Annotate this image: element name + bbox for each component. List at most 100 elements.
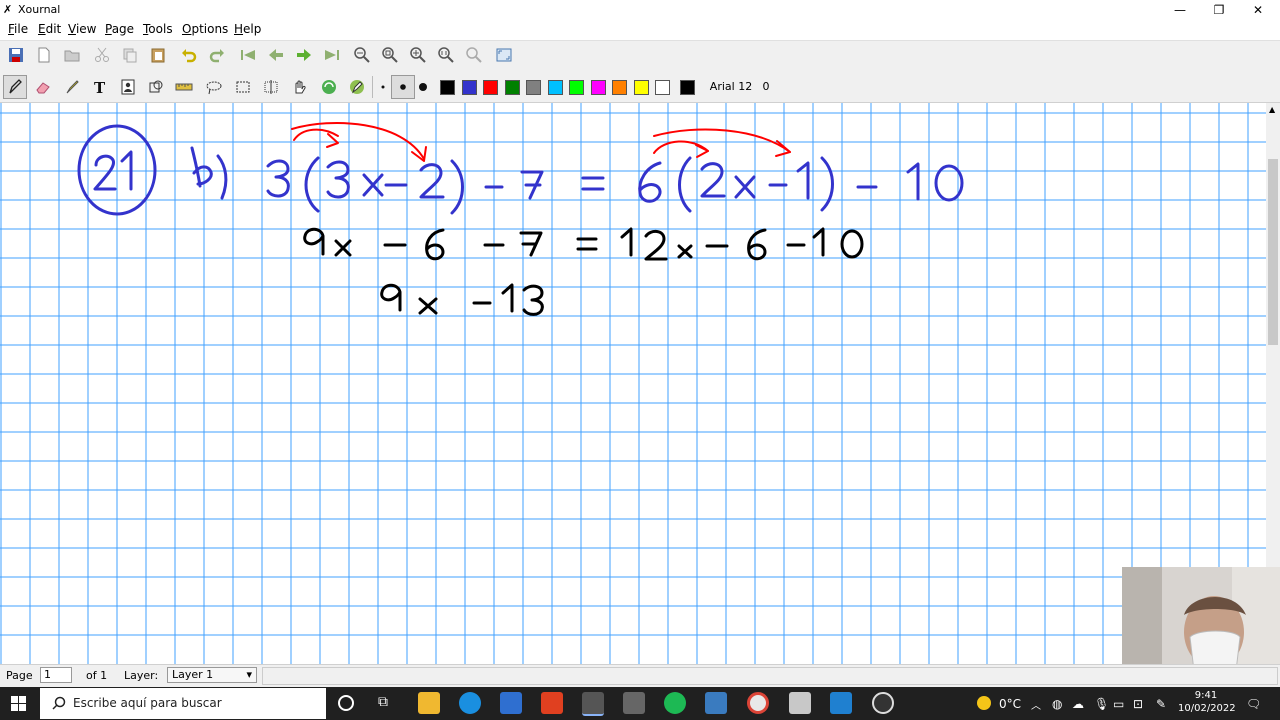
menu-view[interactable]: View (68, 22, 96, 36)
fullscreen-icon[interactable] (492, 43, 516, 67)
office-icon[interactable] (541, 692, 563, 714)
copy-icon[interactable] (118, 43, 142, 67)
zoom-custom-icon[interactable] (462, 43, 486, 67)
new-page-icon[interactable] (32, 43, 56, 67)
problem-number-21 (77, 124, 157, 216)
color-swatch-red[interactable] (483, 80, 498, 95)
thick-line-icon[interactable] (411, 75, 435, 99)
lasso-select-icon[interactable] (202, 75, 226, 99)
open-folder-icon[interactable] (60, 43, 84, 67)
layer-dropdown-value: Layer 1 (172, 668, 214, 681)
drawing-canvas[interactable] (0, 103, 1266, 664)
highlighter-tool-icon[interactable] (60, 75, 84, 99)
equation-line-2 (303, 227, 864, 261)
next-page-icon[interactable] (292, 43, 316, 67)
page-number-spinner[interactable]: 1 (40, 667, 72, 683)
search-placeholder: Escribe aquí para buscar (73, 696, 222, 710)
xournal-taskbar-icon[interactable] (582, 692, 604, 716)
undo-icon[interactable] (177, 43, 201, 67)
part-label-b (190, 146, 228, 200)
color-swatch-yellow[interactable] (633, 80, 649, 95)
spotify-icon[interactable] (664, 692, 686, 714)
zoom-page-width-icon[interactable] (434, 43, 458, 67)
zoom-fit-icon[interactable] (378, 43, 402, 67)
menu-options[interactable]: Options (182, 22, 228, 36)
obs-icon[interactable] (872, 692, 894, 714)
onedrive-icon[interactable]: ☁ (1072, 697, 1084, 711)
color-swatch-magenta[interactable] (590, 80, 606, 95)
pen-workspace-icon[interactable]: ✎ (1156, 697, 1166, 711)
image-tool-icon[interactable] (116, 75, 140, 99)
chevron-down-icon: ▾ (246, 668, 252, 681)
menu-page[interactable]: Page (105, 22, 134, 36)
window-title: Xournal (18, 3, 61, 16)
menu-tools[interactable]: Tools (143, 22, 173, 36)
previous-page-icon[interactable] (264, 43, 288, 67)
rect-select-icon[interactable] (231, 75, 255, 99)
menu-help[interactable]: Help (234, 22, 261, 36)
minimize-button[interactable]: — (1160, 0, 1200, 20)
color-swatch-gray[interactable] (526, 80, 541, 95)
maximize-button[interactable]: ❐ (1199, 0, 1239, 20)
network-icon[interactable]: ⊡ (1133, 697, 1143, 711)
default-pen-icon[interactable] (345, 75, 369, 99)
current-color-swatch[interactable] (680, 80, 695, 95)
hand-tool-icon[interactable] (287, 75, 311, 99)
microphone-icon[interactable]: 🎙 (1094, 697, 1109, 711)
notifications-icon[interactable]: 🗨 (1246, 697, 1261, 711)
eraser-tool-icon[interactable] (31, 75, 55, 99)
page-label: Page (6, 669, 33, 682)
tray-app-icon[interactable]: ◍ (1052, 697, 1062, 711)
snipping-tool-icon[interactable] (705, 692, 727, 714)
notepad-icon[interactable] (789, 692, 811, 714)
vertical-space-icon[interactable] (259, 75, 283, 99)
first-page-icon[interactable] (236, 43, 260, 67)
scrollbar-thumb[interactable] (1268, 159, 1278, 345)
title-bar: ✗ Xournal — ❐ ✕ (0, 0, 1280, 20)
menu-file[interactable]: File (8, 22, 28, 36)
font-button[interactable]: Arial 12 (704, 76, 758, 98)
zoom-out-icon[interactable] (350, 43, 374, 67)
screen-recorder-icon[interactable] (830, 692, 852, 714)
shape-recognizer-icon[interactable] (144, 75, 168, 99)
windows-start-icon[interactable] (11, 696, 27, 715)
cut-icon[interactable] (90, 43, 114, 67)
color-swatch-blue[interactable] (461, 80, 477, 95)
task-view-icon[interactable]: ⧉ (378, 694, 388, 710)
default-tools-icon[interactable] (317, 75, 341, 99)
color-swatch-orange[interactable] (612, 80, 627, 95)
color-swatch-light-blue[interactable] (547, 80, 563, 95)
layer-dropdown[interactable]: Layer 1 ▾ (167, 667, 257, 683)
menu-bar: File Edit View Page Tools Options Help (0, 20, 1280, 39)
save-icon[interactable] (4, 43, 28, 67)
color-swatch-green[interactable] (504, 80, 520, 95)
chevron-up-icon[interactable]: ︿ (1031, 697, 1041, 712)
taskbar-search-box[interactable]: Escribe aquí para buscar (40, 688, 326, 719)
taskbar-clock[interactable]: 9:41 10/02/2022 (1178, 689, 1236, 715)
color-swatch-black[interactable] (440, 80, 455, 95)
zoom-in-icon[interactable] (406, 43, 430, 67)
file-explorer-icon[interactable] (418, 692, 440, 714)
cortana-icon[interactable] (338, 695, 354, 711)
last-page-icon[interactable] (320, 43, 344, 67)
font-size-value: 0 (762, 80, 770, 93)
edge-browser-icon[interactable] (459, 692, 481, 714)
color-swatch-light-green[interactable] (569, 80, 584, 95)
text-tool-icon[interactable]: T (88, 75, 112, 99)
paste-icon[interactable] (146, 43, 170, 67)
scroll-up-icon[interactable]: ▲ (1269, 105, 1275, 114)
chrome-icon[interactable] (747, 692, 769, 714)
menu-edit[interactable]: Edit (38, 22, 61, 36)
battery-icon[interactable]: ▭ (1113, 697, 1124, 711)
weather-sun-icon[interactable] (977, 696, 991, 710)
close-button[interactable]: ✕ (1238, 0, 1278, 20)
redo-icon[interactable] (205, 43, 229, 67)
ruler-icon[interactable] (172, 75, 196, 99)
clock-time: 9:41 (1194, 690, 1218, 701)
store-icon[interactable] (500, 692, 522, 714)
pen-tool-icon[interactable] (3, 75, 27, 99)
paint-icon[interactable] (623, 692, 645, 714)
temperature[interactable]: 0°C (999, 697, 1021, 711)
layer-label: Layer: (124, 669, 159, 682)
color-swatch-white[interactable] (655, 80, 670, 95)
